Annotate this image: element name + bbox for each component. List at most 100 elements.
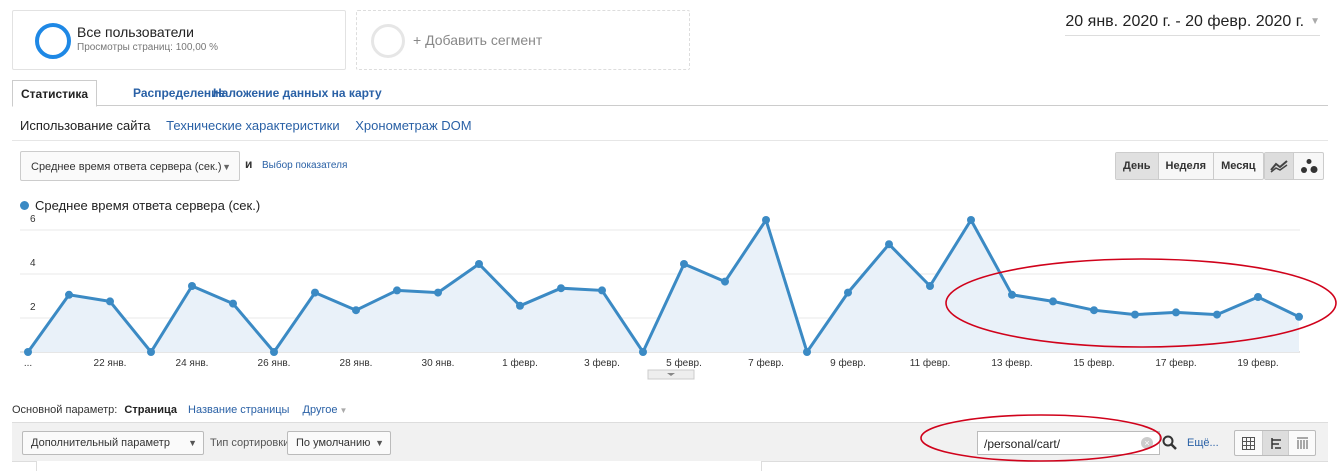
x-tick-label: 28 янв. [340, 358, 373, 369]
metric-dropdown-value: Среднее время ответа сервера (сек.) [31, 161, 222, 173]
subtab-technical[interactable]: Технические характеристики [166, 118, 339, 133]
y-tick-label: 6 [30, 214, 36, 225]
data-point [967, 216, 975, 224]
x-tick-label: 1 февр. [502, 357, 538, 369]
x-tick-label: 19 февр. [1237, 357, 1278, 369]
data-point [65, 290, 73, 299]
x-tick-label: 15 февр. [1073, 357, 1114, 369]
data-point [352, 306, 360, 315]
data-point [721, 277, 729, 286]
secondary-dimension-label: Дополнительный параметр [31, 437, 170, 449]
data-point [188, 282, 196, 290]
data-point [1254, 293, 1262, 301]
chevron-down-icon: ▼ [222, 162, 231, 172]
primary-dimension-other[interactable]: Другое [303, 404, 338, 416]
primary-dimension-label: Основной параметр: [12, 404, 118, 416]
data-point [393, 286, 401, 295]
search-icon[interactable] [1162, 435, 1178, 451]
tab-statistics[interactable]: Статистика [12, 80, 98, 107]
x-tick-label: 13 февр. [991, 357, 1032, 369]
x-tick-label: 5 февр. [666, 357, 702, 369]
table-view-toggle [1234, 430, 1316, 456]
chevron-down-icon: ▼ [375, 438, 384, 448]
period-month-button[interactable]: Месяц [1213, 153, 1262, 179]
date-range-picker[interactable]: 20 янв. 2020 г. - 20 февр. 2020 г. ▼ [1065, 13, 1320, 36]
report-tabs: Статистика Распределение Наложение данны… [12, 80, 1328, 107]
line-chart-button[interactable] [1265, 153, 1295, 179]
data-point [926, 282, 934, 290]
x-tick-label: 3 февр. [584, 357, 620, 369]
data-point [762, 216, 770, 224]
table-search-input[interactable]: /personal/cart/ × [977, 431, 1160, 455]
data-point [639, 348, 647, 356]
data-point [1049, 297, 1057, 306]
data-point [598, 286, 606, 295]
table-top-edge [36, 461, 762, 471]
data-point [1295, 312, 1303, 321]
data-point [844, 288, 852, 297]
hierarchy-view-button[interactable] [1261, 431, 1289, 455]
x-tick-label: 9 февр. [830, 357, 866, 369]
x-tick-label: 24 янв. [176, 358, 209, 369]
motion-chart-button[interactable] [1294, 153, 1323, 179]
table-toolbar: Дополнительный параметр ▼ Тип сортировки… [12, 422, 1328, 462]
chevron-down-icon: ▼ [339, 406, 348, 415]
data-point [557, 284, 565, 293]
sort-type-dropdown[interactable]: По умолчанию ▼ [287, 431, 391, 455]
advanced-filter-link[interactable]: Ещё... [1187, 437, 1219, 449]
pivot-columns-icon [1296, 437, 1308, 449]
metric-dropdown[interactable]: Среднее время ответа сервера (сек.) ▼ [20, 151, 240, 181]
data-point [475, 260, 483, 268]
subtab-site-usage[interactable]: Использование сайта [20, 118, 151, 133]
data-point [270, 348, 278, 356]
secondary-dimension-dropdown[interactable]: Дополнительный параметр ▼ [22, 431, 204, 455]
clear-icon[interactable]: × [1141, 437, 1153, 449]
subtabs: Использование сайта Технические характер… [20, 118, 484, 133]
sort-type-value: По умолчанию [296, 437, 371, 449]
segment-subtitle: Просмотры страниц: 100,00 % [77, 42, 218, 53]
chevron-down-icon: ▼ [188, 438, 197, 448]
data-point [803, 348, 811, 356]
data-point [885, 240, 893, 249]
segment-card-all-users[interactable]: Все пользователи Просмотры страниц: 100,… [12, 10, 346, 70]
tree-view-icon [1271, 437, 1281, 449]
add-segment-label: + Добавить сегмент [413, 32, 543, 48]
segment-title: Все пользователи [77, 24, 194, 40]
period-day-button[interactable]: День [1116, 153, 1158, 179]
period-toggle: День Неделя Месяц [1115, 152, 1264, 180]
data-point [24, 348, 32, 356]
y-tick-label: 2 [30, 302, 36, 313]
choose-metric-link[interactable]: Выбор показателя [262, 160, 347, 171]
data-point [434, 288, 442, 297]
data-point [680, 260, 688, 268]
primary-dimension-page[interactable]: Страница [124, 404, 177, 416]
subtab-dom-timing[interactable]: Хронометраж DOM [355, 118, 471, 133]
date-range-text: 20 янв. 2020 г. - 20 февр. 2020 г. [1065, 13, 1305, 30]
x-tick-label: 22 янв. [94, 358, 127, 369]
chevron-down-icon: ▼ [1310, 16, 1320, 27]
y-tick-label: 4 [30, 258, 36, 269]
empty-segment-circle-icon [371, 24, 405, 58]
data-point [106, 297, 114, 306]
search-value: /personal/cart/ [984, 437, 1061, 451]
and-label: и [245, 157, 253, 171]
chart-collapse-handle[interactable] [647, 369, 695, 380]
sort-type-label: Тип сортировки: [210, 437, 293, 449]
tab-distribution[interactable]: Распределение [133, 86, 225, 100]
x-tick-label: 17 февр. [1155, 357, 1196, 369]
x-tick-label: 7 февр. [748, 357, 784, 369]
primary-dimension-page-title[interactable]: Название страницы [188, 404, 289, 416]
tab-map-overlay[interactable]: Наложение данных на карту [213, 86, 382, 100]
x-tick-label: 30 янв. [422, 358, 455, 369]
divider [12, 140, 1328, 141]
pivot-view-button[interactable] [1288, 431, 1315, 455]
data-point [1213, 310, 1221, 319]
data-point [516, 301, 524, 310]
table-view-button[interactable] [1235, 431, 1262, 455]
x-tick-label: ... [24, 358, 32, 369]
add-segment-card[interactable]: + Добавить сегмент [356, 10, 690, 70]
data-point [311, 288, 319, 297]
data-point [1090, 306, 1098, 315]
period-week-button[interactable]: Неделя [1157, 153, 1214, 179]
data-point [1172, 308, 1180, 317]
